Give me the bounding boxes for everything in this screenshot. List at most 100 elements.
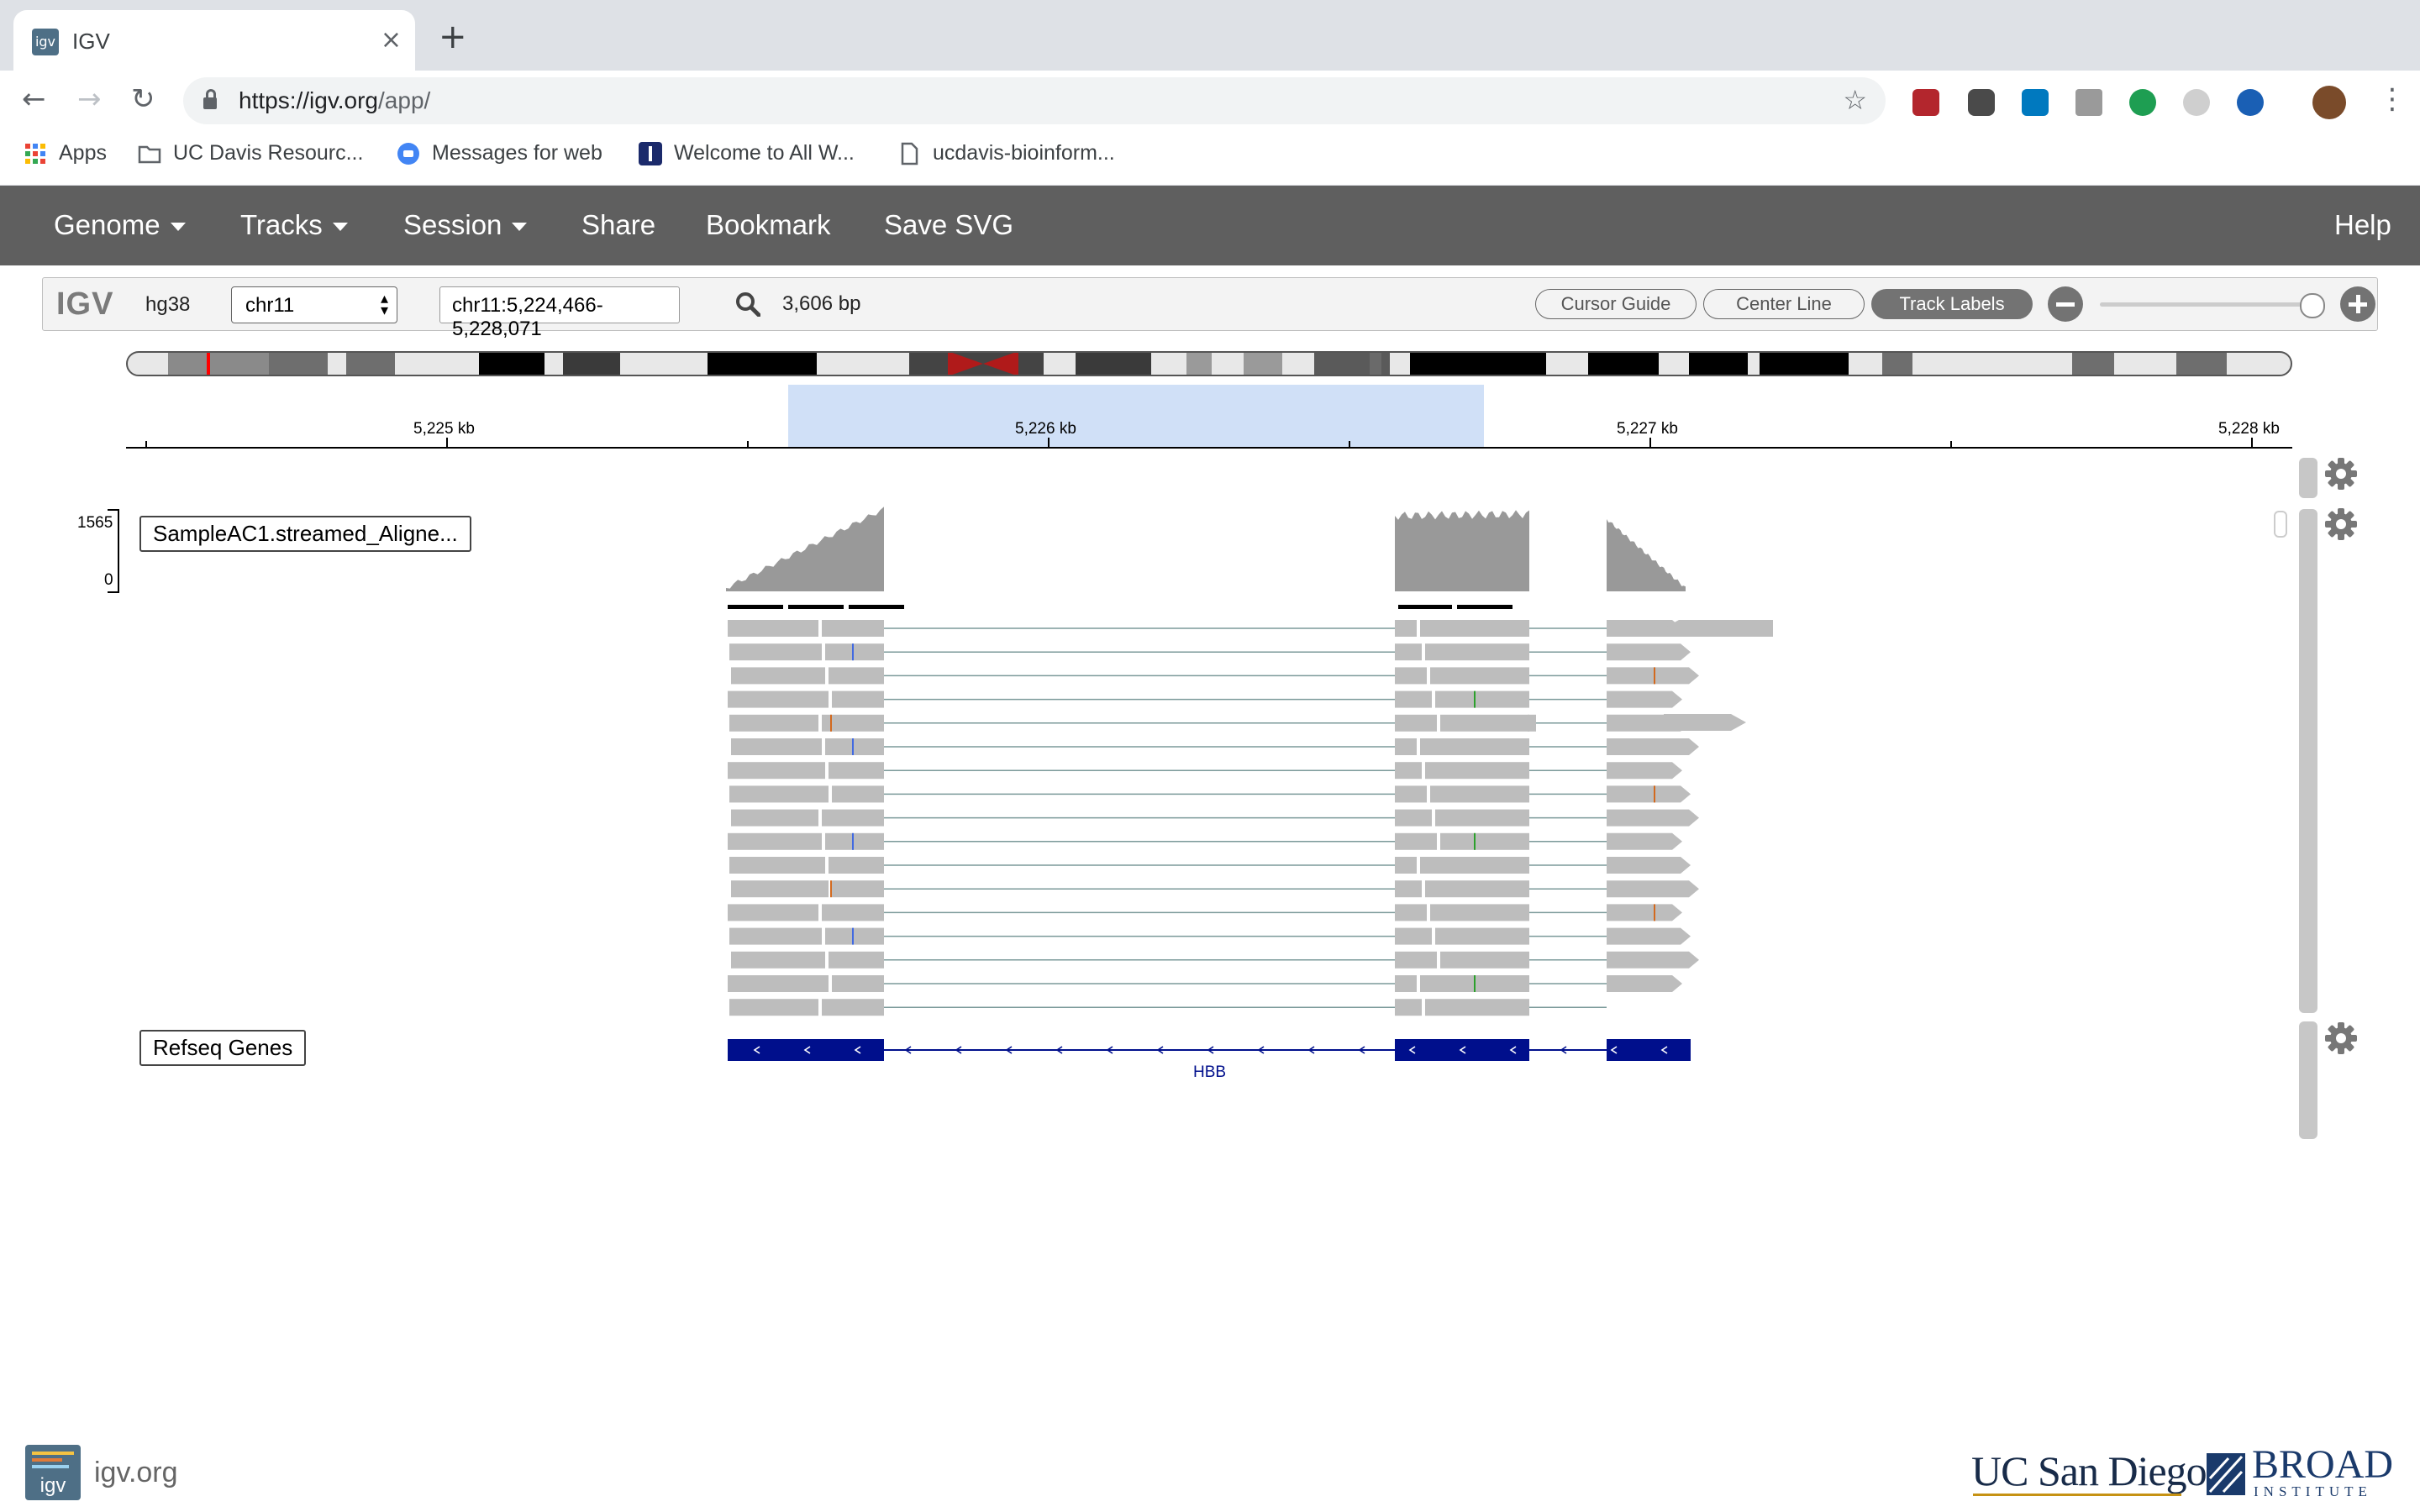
read-segment bbox=[1395, 620, 1417, 637]
igv-footer-logo[interactable]: igv bbox=[25, 1445, 81, 1500]
read-segment bbox=[729, 927, 822, 945]
mismatch-base bbox=[1474, 832, 1476, 850]
read-segment bbox=[1395, 857, 1417, 874]
read-segment bbox=[825, 643, 884, 661]
junction-bar bbox=[849, 605, 904, 609]
read-segment bbox=[832, 690, 884, 708]
read-segment bbox=[1435, 809, 1529, 827]
read-segment bbox=[832, 975, 884, 992]
coverage-histogram bbox=[726, 507, 884, 591]
read-segment bbox=[731, 667, 825, 685]
read-segment bbox=[1425, 999, 1529, 1016]
read-segment bbox=[1430, 904, 1529, 921]
mismatch-base bbox=[852, 927, 854, 945]
mismatch-base bbox=[852, 832, 854, 850]
read-segment bbox=[1435, 690, 1529, 708]
gene-name-label[interactable]: HBB bbox=[1193, 1063, 1226, 1082]
read-segment bbox=[1607, 904, 1682, 921]
read-segment bbox=[1607, 857, 1691, 874]
read-segment bbox=[822, 620, 884, 637]
read-segment bbox=[1395, 714, 1437, 732]
read-segment bbox=[1395, 667, 1427, 685]
mismatch-base bbox=[852, 738, 854, 755]
junction-bar bbox=[788, 605, 844, 609]
read-segment bbox=[1425, 880, 1529, 898]
read-segment bbox=[829, 762, 884, 780]
read-segment bbox=[825, 832, 884, 850]
read-segment bbox=[1395, 809, 1432, 827]
read-segment bbox=[728, 762, 825, 780]
ucsd-logo[interactable]: UC San Diego bbox=[1971, 1446, 2207, 1495]
read-segment bbox=[1395, 904, 1427, 921]
read-segment bbox=[1395, 785, 1427, 803]
read-segment bbox=[1395, 999, 1422, 1016]
read-segment bbox=[1420, 857, 1529, 874]
coverage-histogram bbox=[1607, 519, 1686, 591]
broad-logo-subtitle: INSTITUTE bbox=[2254, 1483, 2372, 1499]
track-data-canvas[interactable] bbox=[0, 0, 2420, 1512]
read-segment bbox=[728, 690, 829, 708]
read-segment bbox=[1607, 975, 1682, 992]
read-segment bbox=[1440, 714, 1529, 732]
read-segment bbox=[1395, 880, 1422, 898]
read-segment bbox=[1395, 690, 1432, 708]
read-segment bbox=[1607, 809, 1699, 827]
read-segment bbox=[1395, 643, 1422, 661]
read-segment bbox=[1607, 951, 1699, 969]
read-segment bbox=[1430, 667, 1529, 685]
read-segment bbox=[829, 951, 884, 969]
read-segment bbox=[1528, 714, 1536, 732]
junction-bar bbox=[1457, 605, 1512, 609]
read-segment bbox=[1395, 927, 1432, 945]
ucsd-logo-underline bbox=[1973, 1494, 2181, 1496]
read-segment bbox=[1607, 785, 1691, 803]
mismatch-base bbox=[1654, 904, 1655, 921]
read-segment bbox=[822, 999, 884, 1016]
read-segment bbox=[1664, 714, 1746, 731]
mismatch-base bbox=[830, 714, 832, 732]
read-segment bbox=[1607, 667, 1699, 685]
gene-exon bbox=[1395, 1039, 1529, 1061]
read-segment bbox=[1395, 975, 1417, 992]
read-segment bbox=[1430, 785, 1529, 803]
read-segment bbox=[1420, 620, 1529, 637]
read-segment bbox=[829, 857, 884, 874]
read-segment bbox=[1435, 927, 1529, 945]
read-segment bbox=[729, 643, 822, 661]
read-segment bbox=[1425, 643, 1529, 661]
read-segment bbox=[1607, 927, 1691, 945]
broad-logo-mark-icon bbox=[2207, 1453, 2245, 1495]
read-segment bbox=[1607, 762, 1682, 780]
read-segment bbox=[1395, 951, 1437, 969]
footer-site-link[interactable]: igv.org bbox=[94, 1457, 178, 1489]
mismatch-base bbox=[1654, 785, 1655, 803]
mismatch-base bbox=[852, 643, 854, 661]
svg-text:igv: igv bbox=[40, 1474, 66, 1497]
read-segment bbox=[1395, 762, 1422, 780]
mismatch-base bbox=[1474, 690, 1476, 708]
read-segment bbox=[1440, 832, 1529, 850]
read-segment bbox=[731, 880, 829, 898]
read-segment bbox=[1395, 738, 1417, 755]
read-segment bbox=[731, 809, 818, 827]
read-segment bbox=[832, 880, 884, 898]
read-segment bbox=[728, 832, 822, 850]
read-segment bbox=[1425, 762, 1529, 780]
read-segment bbox=[829, 667, 884, 685]
read-segment bbox=[1420, 738, 1529, 755]
read-segment bbox=[729, 857, 825, 874]
read-segment bbox=[729, 714, 818, 732]
broad-logo[interactable]: BROAD bbox=[2252, 1445, 2393, 1485]
read-segment bbox=[822, 809, 884, 827]
coverage-histogram bbox=[1395, 510, 1529, 591]
read-segment bbox=[825, 927, 884, 945]
read-segment bbox=[832, 785, 884, 803]
read-segment bbox=[1607, 690, 1682, 708]
read-segment bbox=[729, 785, 829, 803]
read-segment bbox=[728, 904, 818, 921]
read-segment bbox=[728, 975, 829, 992]
read-segment bbox=[1607, 880, 1699, 898]
read-segment bbox=[1607, 738, 1699, 755]
mismatch-base bbox=[830, 880, 832, 898]
read-segment bbox=[1395, 832, 1437, 850]
